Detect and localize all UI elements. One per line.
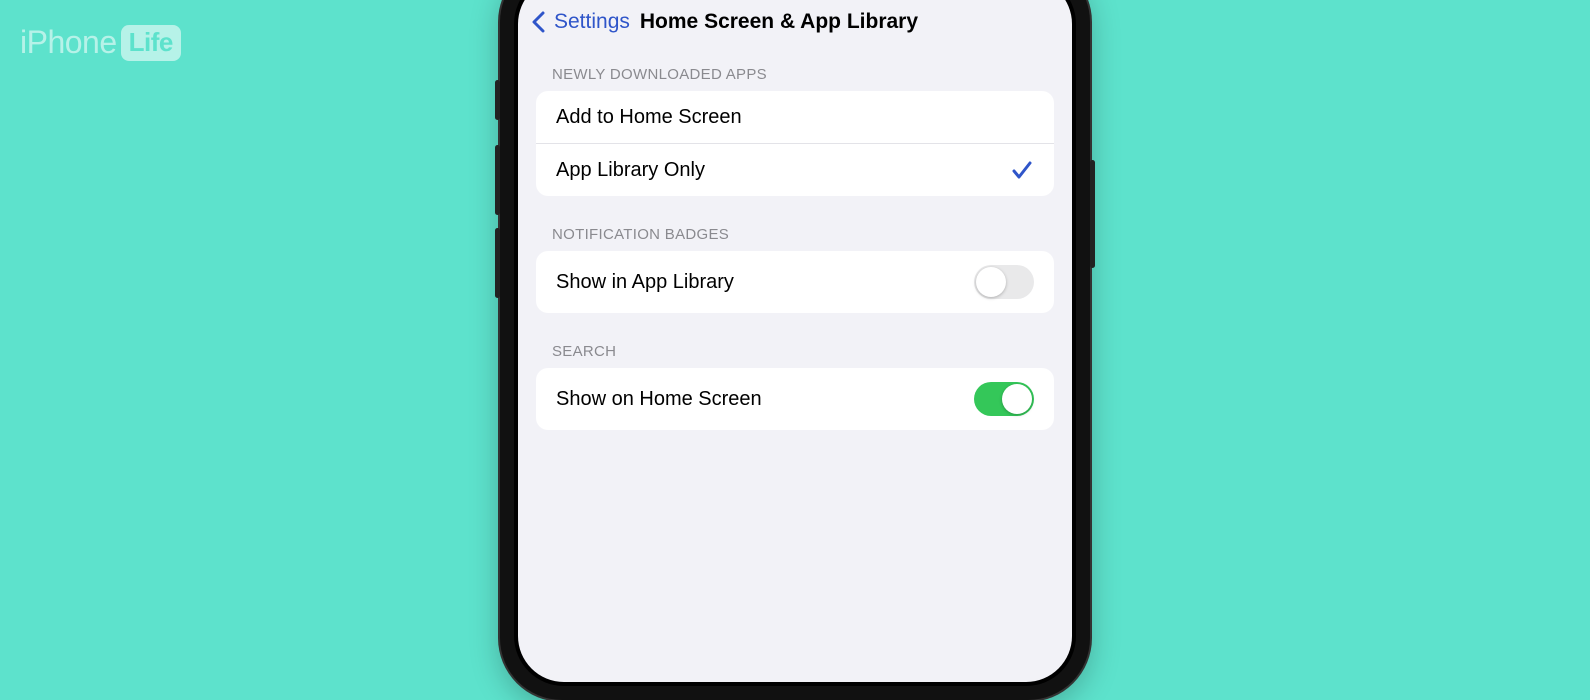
group-notification-badges: Show in App Library	[536, 251, 1054, 313]
phone-inner-bezel: Settings Home Screen & App Library NEWLY…	[514, 0, 1076, 686]
phone-frame: Settings Home Screen & App Library NEWLY…	[500, 0, 1090, 700]
page-title: Home Screen & App Library	[640, 10, 918, 34]
toggle-show-in-app-library[interactable]	[974, 265, 1034, 299]
group-search: Show on Home Screen	[536, 368, 1054, 430]
back-chevron-icon[interactable]	[526, 10, 550, 34]
row-label: Show on Home Screen	[556, 388, 762, 411]
section-header-search: SEARCH	[518, 313, 1072, 368]
row-show-on-home-screen: Show on Home Screen	[536, 368, 1054, 430]
phone-screen: Settings Home Screen & App Library NEWLY…	[518, 0, 1072, 682]
watermark-prefix: iPhone	[20, 24, 117, 61]
toggle-show-on-home-screen[interactable]	[974, 382, 1034, 416]
watermark-logo: iPhone Life	[20, 24, 181, 61]
toggle-knob	[1002, 384, 1032, 414]
option-label: App Library Only	[556, 159, 705, 182]
option-label: Add to Home Screen	[556, 106, 742, 129]
option-add-to-home-screen[interactable]: Add to Home Screen	[536, 91, 1054, 143]
phone-volume-down	[495, 228, 500, 298]
group-newly-downloaded: Add to Home Screen App Library Only	[536, 91, 1054, 196]
toggle-knob	[976, 267, 1006, 297]
back-button[interactable]: Settings	[554, 10, 630, 34]
phone-power-button	[1090, 160, 1095, 268]
option-app-library-only[interactable]: App Library Only	[536, 143, 1054, 196]
section-header-newly-downloaded: NEWLY DOWNLOADED APPS	[518, 48, 1072, 91]
watermark-badge: Life	[121, 25, 181, 61]
phone-mute-switch	[495, 80, 500, 120]
checkmark-icon	[1010, 158, 1034, 182]
nav-bar: Settings Home Screen & App Library	[518, 0, 1072, 48]
section-header-notification-badges: NOTIFICATION BADGES	[518, 196, 1072, 251]
row-label: Show in App Library	[556, 271, 734, 294]
phone-volume-up	[495, 145, 500, 215]
row-show-in-app-library: Show in App Library	[536, 251, 1054, 313]
